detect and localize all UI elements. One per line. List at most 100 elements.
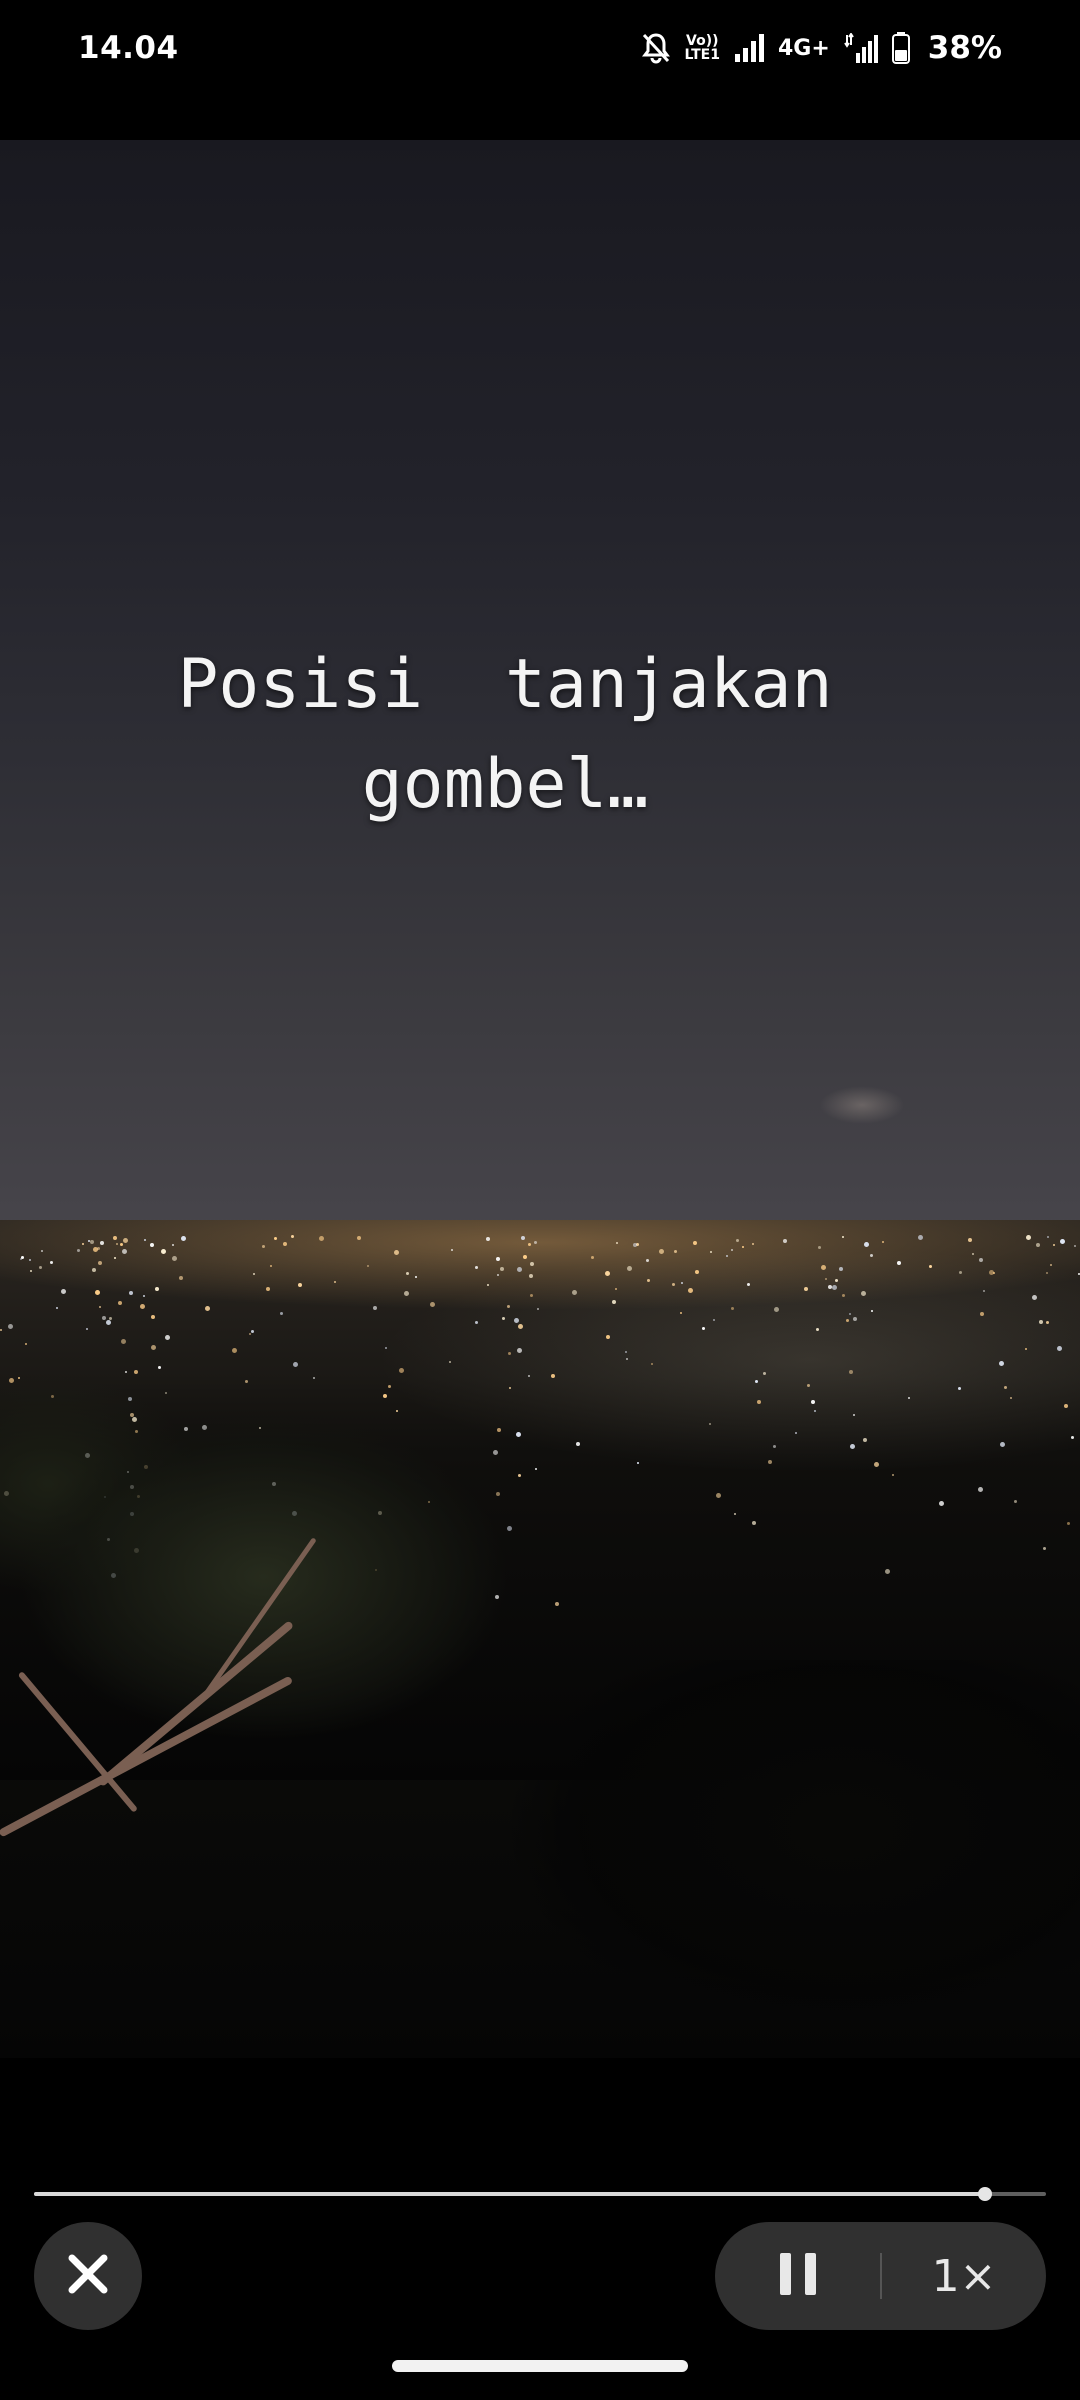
video-progress-fill (34, 2192, 986, 2196)
city-light (1036, 1242, 1041, 1247)
bell-off-icon (641, 32, 671, 64)
playback-speed-button[interactable]: 1× (882, 2222, 1046, 2330)
city-light (803, 1286, 808, 1291)
city-light (863, 1241, 869, 1247)
city-light (782, 1238, 787, 1243)
city-light (117, 1301, 122, 1306)
city-light (7, 1323, 13, 1329)
playback-controls: 1× (715, 2222, 1046, 2330)
city-light (25, 1342, 28, 1345)
status-icons: Vo)) LTE1 4G+ 38% (641, 30, 1002, 66)
city-light (372, 1306, 377, 1311)
video-progress-bar[interactable] (34, 2187, 1046, 2201)
city-light (746, 1283, 750, 1287)
city-light (993, 1271, 996, 1274)
city-light (89, 1240, 94, 1245)
cloud (820, 1075, 940, 1135)
volte-icon: Vo)) LTE1 (685, 34, 720, 62)
city-light (1066, 1521, 1070, 1525)
city-light (333, 1280, 336, 1283)
city-light (1045, 1320, 1049, 1324)
status-bar: 14.04 Vo)) LTE1 4G+ 38% (0, 0, 1080, 96)
city-light (520, 1235, 525, 1240)
city-light (1031, 1294, 1037, 1300)
city-light (967, 1237, 972, 1242)
city-light (824, 1278, 827, 1281)
city-light (123, 1237, 129, 1243)
city-light (814, 1409, 817, 1412)
story-viewer-screen: 14.04 Vo)) LTE1 4G+ 38% Posisi tanjakan … (0, 0, 1080, 2400)
city-light (319, 1235, 325, 1241)
pause-button[interactable] (715, 2222, 880, 2330)
city-light (114, 1256, 116, 1259)
city-light (848, 1312, 851, 1315)
city-light (527, 1242, 531, 1246)
city-light (474, 1320, 478, 1324)
city-light (1009, 1396, 1012, 1399)
city-light (61, 1288, 67, 1294)
city-light (679, 1311, 682, 1314)
city-light (265, 1287, 270, 1292)
home-indicator[interactable] (392, 2360, 688, 2372)
city-light (537, 1307, 540, 1310)
city-light (680, 1281, 683, 1284)
city-light (0, 1328, 3, 1331)
city-light (658, 1249, 664, 1255)
city-light (112, 1236, 117, 1241)
story-video[interactable]: Posisi tanjakan gombel… (0, 140, 1080, 2058)
city-light (1003, 1385, 1007, 1389)
city-light (495, 1256, 500, 1261)
volte-bottom-label: LTE1 (684, 47, 720, 63)
city-light (767, 1459, 772, 1464)
city-light (357, 1235, 362, 1240)
city-light (871, 1309, 874, 1312)
city-light (884, 1568, 890, 1574)
city-light (810, 1400, 815, 1405)
dark-hillside (500, 1660, 1080, 2058)
city-light (1064, 1403, 1069, 1408)
city-light (881, 1241, 884, 1244)
city-light (999, 1442, 1005, 1448)
city-light (672, 1282, 676, 1286)
city-light (49, 1261, 53, 1265)
city-light (39, 1265, 43, 1269)
battery-percent: 38% (927, 30, 1002, 66)
city-light (40, 1249, 43, 1252)
city-light (121, 1249, 127, 1255)
city-light (516, 1266, 522, 1272)
city-light (757, 1399, 762, 1404)
network-type-label: 4G+ (777, 35, 830, 61)
city-light (817, 1246, 821, 1250)
city-light (269, 1264, 272, 1267)
city-light (142, 1294, 145, 1297)
battery-icon (891, 32, 910, 64)
city-light (852, 1414, 855, 1417)
city-light (831, 1285, 837, 1291)
city-light (96, 1247, 100, 1251)
city-light (21, 1255, 25, 1259)
story-caption: Posisi tanjakan gombel… (177, 645, 833, 824)
city-light (725, 1255, 728, 1258)
video-progress-thumb[interactable] (978, 2187, 993, 2201)
city-light (385, 1346, 388, 1349)
city-light (1025, 1347, 1028, 1350)
city-light (528, 1273, 533, 1278)
signal-icon-2 (843, 33, 878, 63)
city-light (708, 1422, 711, 1425)
city-light (282, 1241, 287, 1246)
city-light (86, 1327, 88, 1330)
city-light (715, 1492, 721, 1498)
city-light (1059, 1238, 1065, 1244)
city-light (533, 1241, 537, 1245)
city-light (762, 1372, 766, 1376)
city-light (752, 1242, 755, 1245)
signal-icon (734, 34, 764, 62)
city-light (845, 1318, 849, 1322)
city-light (1046, 1235, 1049, 1238)
close-button[interactable] (34, 2222, 142, 2330)
city-light (298, 1282, 303, 1287)
city-light (614, 1288, 617, 1291)
city-light (896, 1260, 901, 1265)
city-light (204, 1305, 210, 1311)
city-light (393, 1249, 399, 1255)
